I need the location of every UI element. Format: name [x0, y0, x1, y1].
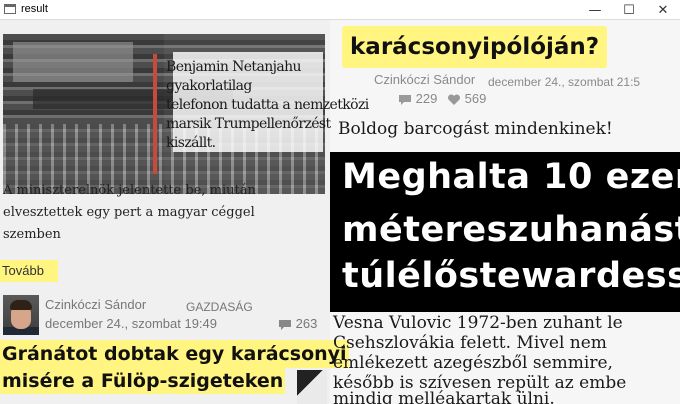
app-icon: [4, 4, 16, 14]
feature-title-line-1[interactable]: Meghalta 10 ezer: [342, 157, 680, 197]
feature-body-line-2: Csehszlovákia felett. Mivel nem: [333, 333, 607, 353]
right-headline[interactable]: karácsonyipólóján?: [342, 26, 608, 68]
category-label[interactable]: GAZDASÁG: [186, 300, 253, 314]
article-lead-text: A miniszterelnök jelentette be, miután e…: [3, 183, 256, 242]
right-comment-count-value: 229: [415, 91, 438, 106]
headline-line-1[interactable]: Gránátot dobtak egy karácsonyi: [0, 340, 349, 368]
comment-icon: [399, 94, 411, 105]
like-count[interactable]: 569: [447, 91, 486, 106]
close-button[interactable]: ✕: [646, 0, 680, 20]
feature-body-line-3: emlékezett azegészből semmire,: [333, 353, 613, 373]
right-author[interactable]: Czinkóczi Sándor: [374, 72, 475, 87]
comment-icon: [279, 319, 291, 330]
right-comment-count[interactable]: 229: [398, 91, 437, 106]
right-date: december 24., szombat 21:5: [488, 75, 641, 89]
content-canvas: Benjamin Netanjahu gyakorlatilag telefon…: [0, 20, 680, 404]
comment-count-value: 263: [295, 316, 318, 331]
minimize-button[interactable]: —: [578, 0, 612, 20]
article-thumbnail[interactable]: [297, 370, 327, 404]
feature-title-line-3[interactable]: túlélőstewardess: [342, 256, 680, 296]
maximize-button[interactable]: ☐: [612, 0, 646, 20]
feature-title-line-2[interactable]: métereszuhanást: [342, 210, 680, 250]
author-avatar[interactable]: [3, 295, 39, 335]
article-lead: A miniszterelnök jelentette be, miután e…: [3, 180, 325, 246]
feature-body-line-1: Vesna Vulovic 1972-ben zuhant le: [333, 313, 623, 333]
author-name[interactable]: Czinkóczi Sándor: [45, 297, 146, 312]
window-title: result: [21, 3, 48, 15]
comment-count[interactable]: 263: [278, 316, 317, 331]
heart-icon: [447, 94, 461, 105]
headline-line-2[interactable]: misére a Fülöp-szigeteken: [0, 368, 286, 394]
feature-body-line-5: mindig melléakartak ülni.: [333, 389, 555, 404]
window-titlebar: result — ☐ ✕: [0, 0, 680, 20]
more-link[interactable]: Tovább: [0, 260, 58, 282]
like-count-value: 569: [464, 91, 487, 106]
article-date: december 24., szombat 19:49: [45, 316, 217, 331]
right-teaser: Boldog barcogást mindenkinek!: [338, 119, 613, 139]
